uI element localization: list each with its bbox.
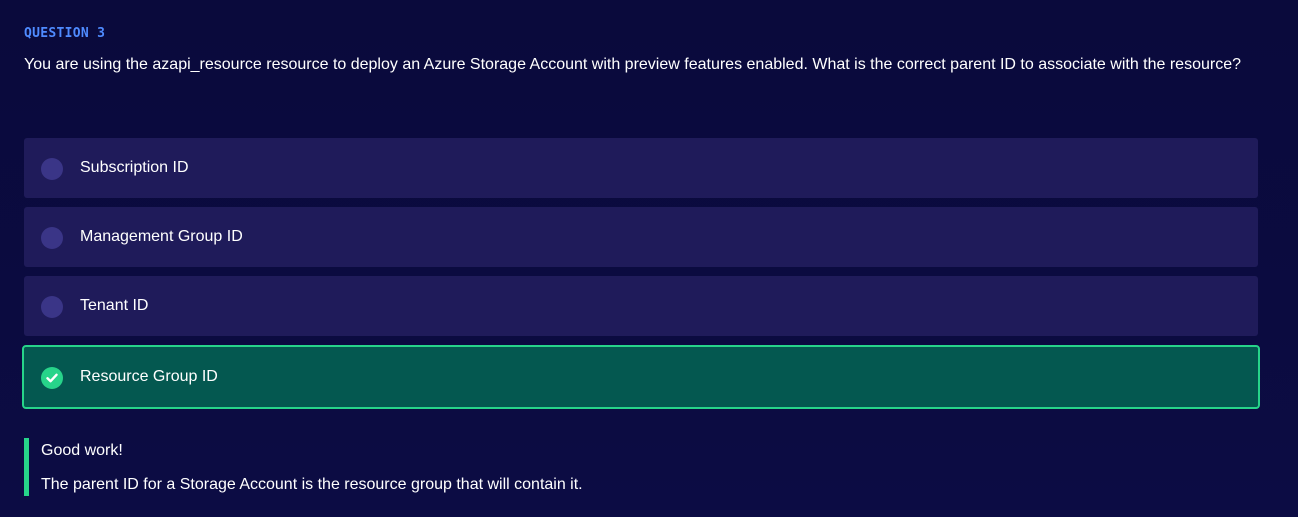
checkmark-icon: [46, 373, 58, 383]
answer-feedback: Good work! The parent ID for a Storage A…: [24, 438, 583, 496]
question-number-label: QUESTION 3: [24, 26, 106, 41]
answer-option-tenant-id[interactable]: Tenant ID: [24, 276, 1258, 336]
answer-option-resource-group-id[interactable]: Resource Group ID: [22, 345, 1260, 409]
answer-option-label: Tenant ID: [80, 297, 149, 314]
radio-unselected-icon[interactable]: [41, 158, 63, 180]
radio-unselected-icon[interactable]: [41, 227, 63, 249]
answer-option-label: Subscription ID: [80, 159, 189, 176]
answer-option-label: Resource Group ID: [80, 368, 218, 385]
answer-options: Subscription ID Management Group ID Tena…: [22, 138, 1260, 418]
radio-unselected-icon[interactable]: [41, 296, 63, 318]
question-text: You are using the azapi_resource resourc…: [24, 56, 1241, 73]
answer-option-subscription-id[interactable]: Subscription ID: [24, 138, 1258, 198]
answer-option-management-group-id[interactable]: Management Group ID: [24, 207, 1258, 267]
answer-option-label: Management Group ID: [80, 228, 243, 245]
feedback-title: Good work!: [41, 442, 123, 459]
feedback-explanation: The parent ID for a Storage Account is t…: [41, 476, 583, 493]
check-circle-icon[interactable]: [41, 367, 63, 389]
